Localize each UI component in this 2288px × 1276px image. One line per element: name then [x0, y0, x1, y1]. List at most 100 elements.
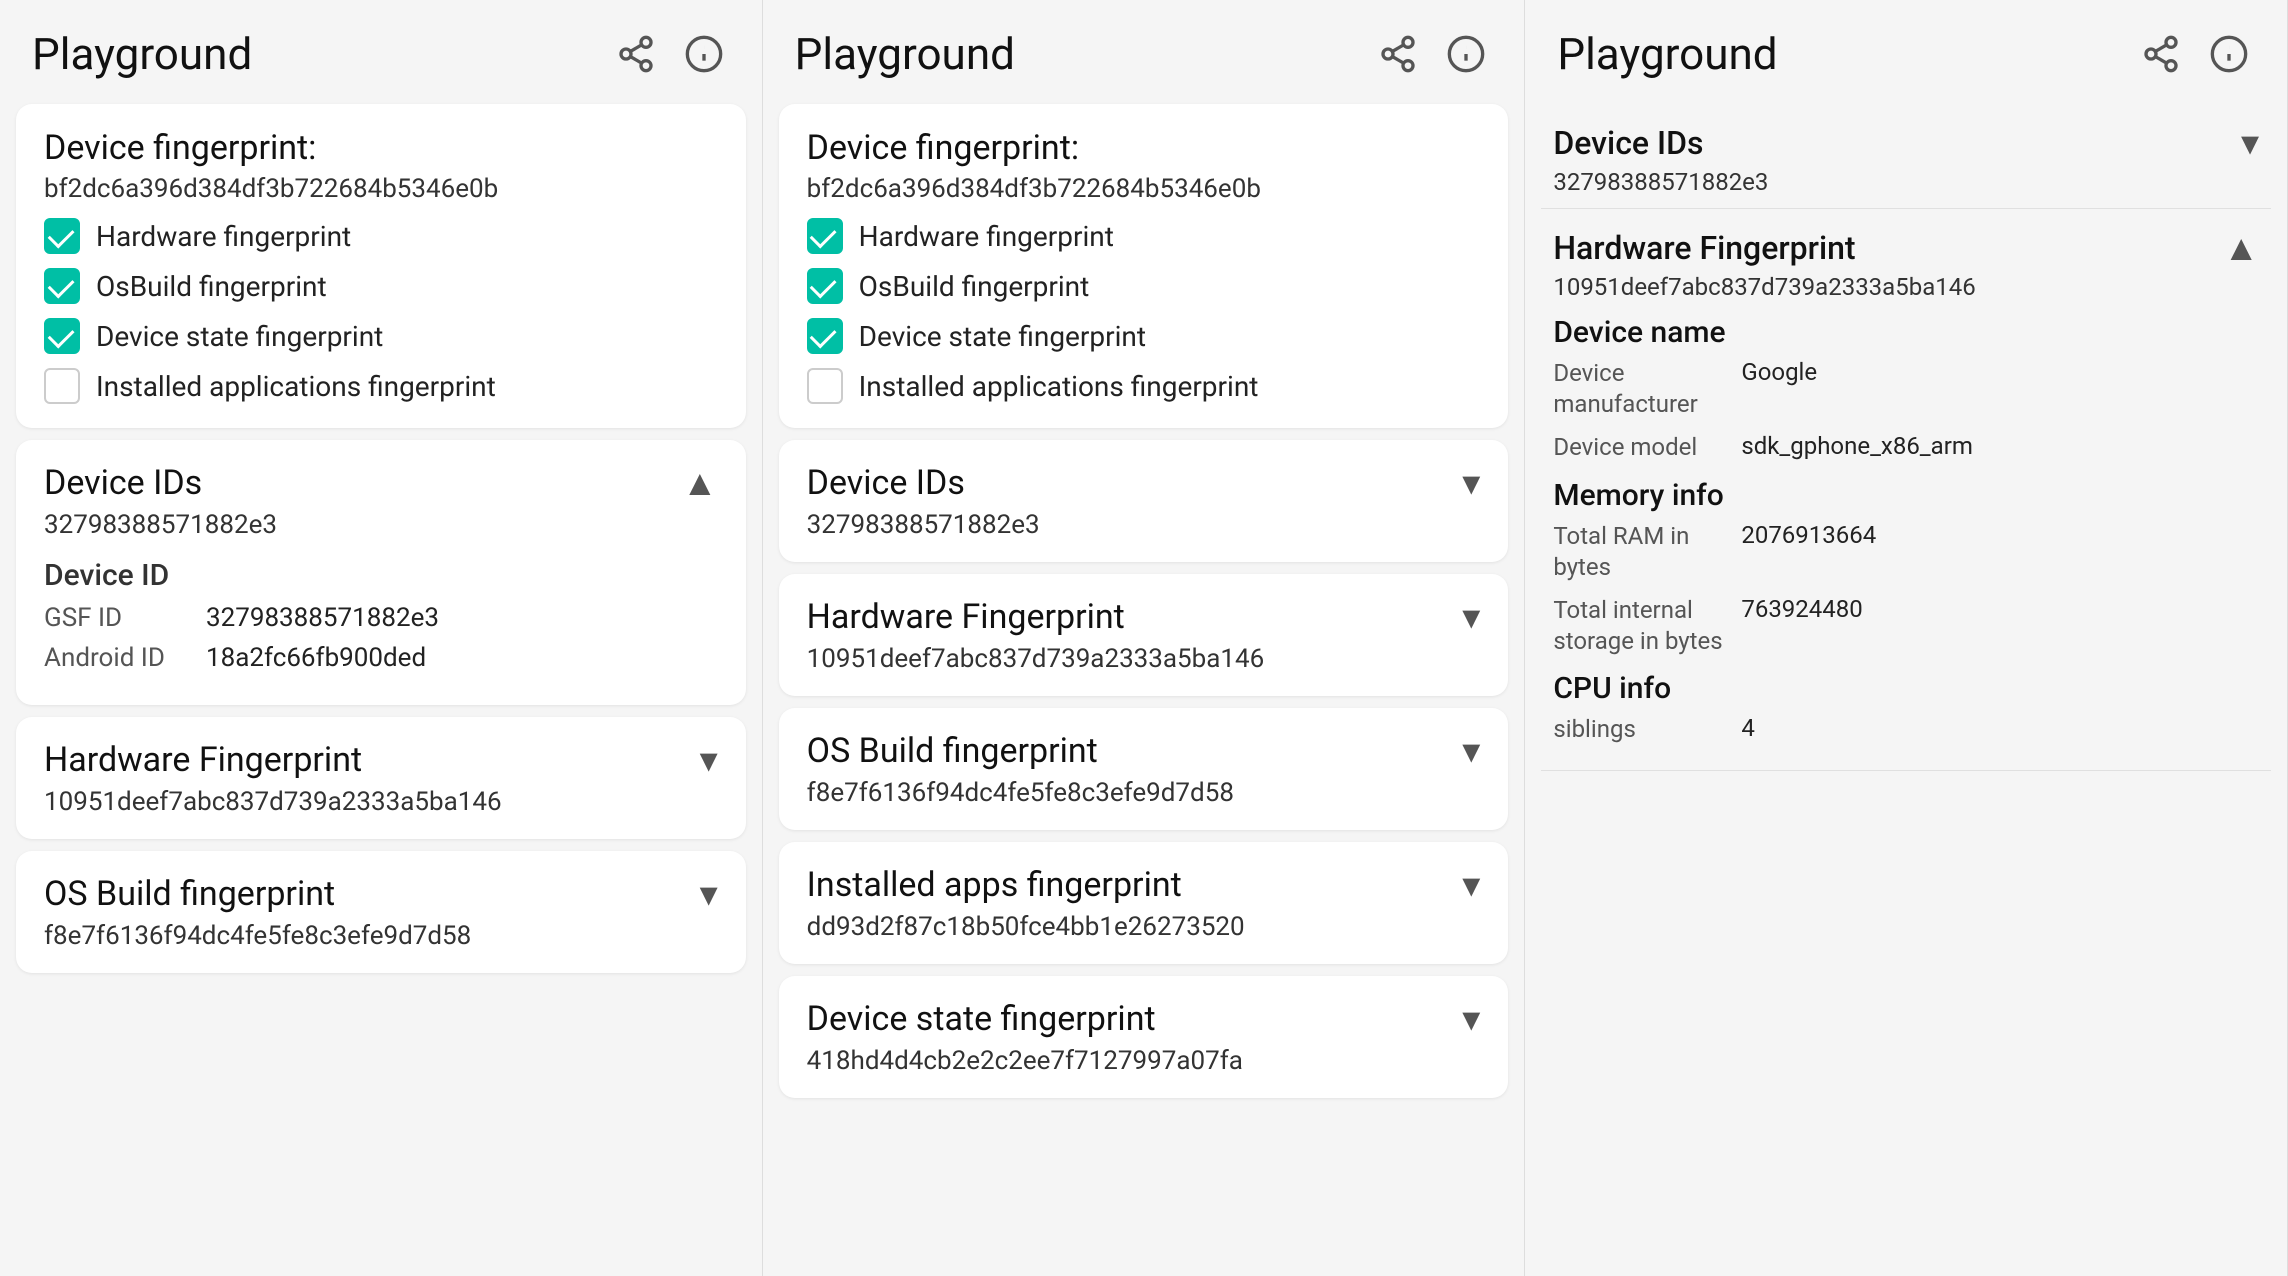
checkbox-label-os-1: OsBuild fingerprint: [96, 270, 327, 303]
os-build-value-1: f8e7f6136f94dc4fe5fe8c3efe9d7d58: [44, 921, 718, 951]
hw-fp-chevron-1: ▾: [700, 739, 718, 781]
device-ids-title-3: Device IDs: [1553, 124, 1703, 162]
os-build-title-2: OS Build fingerprint: [807, 731, 1098, 771]
device-state-header-2[interactable]: Device state fingerprint ▾: [807, 998, 1481, 1040]
android-id-row-1: Android ID 18a2fc66fb900ded: [44, 643, 718, 673]
checkbox-label-ia-1: Installed applications fingerprint: [96, 370, 496, 403]
fingerprint-title-2: Device fingerprint:: [807, 128, 1481, 168]
hw-fp-title-3: Hardware Fingerprint: [1553, 229, 1855, 267]
info-icon[interactable]: [678, 28, 730, 80]
checkbox-label-hw-2: Hardware fingerprint: [859, 220, 1114, 253]
device-ids-header-1[interactable]: Device IDs ▲: [44, 462, 718, 504]
device-ids-chevron-2: ▾: [1462, 462, 1480, 504]
hw-fp-value-2: 10951deef7abc837d739a2333a5ba146: [807, 644, 1481, 674]
hw-fp-value-1: 10951deef7abc837d739a2333a5ba146: [44, 787, 718, 817]
total-ram-row-3: Total RAM in bytes 2076913664: [1553, 521, 2259, 583]
device-ids-value-3: 32798388571882e3: [1553, 168, 2259, 196]
fingerprint-card-2: Device fingerprint: bf2dc6a396d384df3b72…: [779, 104, 1509, 428]
panel-3: Playground Device IDs ▾ 32798388571882e3…: [1525, 0, 2288, 1276]
checkbox-label-ds-2: Device state fingerprint: [859, 320, 1146, 353]
fingerprint-card-1: Device fingerprint: bf2dc6a396d384df3b72…: [16, 104, 746, 428]
panel-2-content: Device fingerprint: bf2dc6a396d384df3b72…: [763, 96, 1525, 1276]
fingerprint-value-1: bf2dc6a396d384df3b722684b5346e0b: [44, 174, 718, 204]
device-ids-chevron-1: ▲: [682, 462, 718, 504]
checkbox-ia-1[interactable]: [44, 368, 80, 404]
panel-1-content: Device fingerprint: bf2dc6a396d384df3b72…: [0, 96, 762, 1276]
gsf-id-key-1: GSF ID: [44, 603, 194, 633]
info-icon-2[interactable]: [1440, 28, 1492, 80]
hw-fp-chevron-2: ▾: [1462, 596, 1480, 638]
checkbox-hw-1[interactable]: [44, 218, 80, 254]
siblings-key-3: siblings: [1553, 714, 1733, 745]
checkbox-ds-2[interactable]: [807, 318, 843, 354]
hw-fp-header-3[interactable]: Hardware Fingerprint ▲: [1553, 227, 2259, 269]
total-ram-key-3: Total RAM in bytes: [1553, 521, 1733, 583]
checkbox-ds-1[interactable]: [44, 318, 80, 354]
checkbox-row-2-2: Device state fingerprint: [807, 318, 1481, 354]
installed-apps-title-2: Installed apps fingerprint: [807, 865, 1182, 905]
hw-fp-header-2[interactable]: Hardware Fingerprint ▾: [807, 596, 1481, 638]
checkbox-row-1-1: OsBuild fingerprint: [44, 268, 718, 304]
device-state-value-2: 418hd4d4cb2e2c2ee7f7127997a07fa: [807, 1046, 1481, 1076]
hw-fp-card-2: Hardware Fingerprint ▾ 10951deef7abc837d…: [779, 574, 1509, 696]
checkbox-os-1[interactable]: [44, 268, 80, 304]
device-id-subsection-1: Device ID: [44, 558, 718, 593]
hw-fp-chevron-3: ▲: [2223, 227, 2259, 269]
os-build-card-2: OS Build fingerprint ▾ f8e7f6136f94dc4fe…: [779, 708, 1509, 830]
installed-apps-card-2: Installed apps fingerprint ▾ dd93d2f87c1…: [779, 842, 1509, 964]
checkbox-ia-2[interactable]: [807, 368, 843, 404]
os-build-value-2: f8e7f6136f94dc4fe5fe8c3efe9d7d58: [807, 778, 1481, 808]
device-ids-title-2: Device IDs: [807, 463, 965, 503]
panel-3-title: Playground: [1557, 28, 2119, 80]
checkbox-row-2-0: Hardware fingerprint: [807, 218, 1481, 254]
device-ids-chevron-3: ▾: [2241, 122, 2259, 164]
model-key-3: Device model: [1553, 432, 1733, 463]
device-state-card-2: Device state fingerprint ▾ 418hd4d4cb2e2…: [779, 976, 1509, 1098]
device-ids-header-2[interactable]: Device IDs ▾: [807, 462, 1481, 504]
android-id-val-1: 18a2fc66fb900ded: [206, 643, 426, 673]
share-icon[interactable]: [610, 28, 662, 80]
checkbox-row-1-0: Hardware fingerprint: [44, 218, 718, 254]
checkbox-row-2-3: Installed applications fingerprint: [807, 368, 1481, 404]
manufacturer-key-3: Device manufacturer: [1553, 358, 1733, 420]
hw-fp-card-1: Hardware Fingerprint ▾ 10951deef7abc837d…: [16, 717, 746, 839]
device-state-chevron-2: ▾: [1462, 998, 1480, 1040]
panel-2-header: Playground: [763, 0, 1525, 96]
share-icon-2[interactable]: [1372, 28, 1424, 80]
cpu-info-label-3: CPU info: [1553, 671, 2259, 706]
device-ids-card-2: Device IDs ▾ 32798388571882e3: [779, 440, 1509, 562]
device-ids-header-3[interactable]: Device IDs ▾: [1553, 122, 2259, 164]
checkbox-row-1-3: Installed applications fingerprint: [44, 368, 718, 404]
device-ids-value-2: 32798388571882e3: [807, 510, 1481, 540]
os-build-header-1[interactable]: OS Build fingerprint ▾: [44, 873, 718, 915]
installed-apps-header-2[interactable]: Installed apps fingerprint ▾: [807, 864, 1481, 906]
os-build-header-2[interactable]: OS Build fingerprint ▾: [807, 730, 1481, 772]
model-val-3: sdk_gphone_x86_arm: [1741, 432, 1973, 463]
info-icon-3[interactable]: [2203, 28, 2255, 80]
total-ram-val-3: 2076913664: [1741, 521, 1876, 583]
panel-3-content: Device IDs ▾ 32798388571882e3 Hardware F…: [1525, 96, 2287, 1276]
checkbox-label-ia-2: Installed applications fingerprint: [859, 370, 1259, 403]
os-build-title-1: OS Build fingerprint: [44, 874, 335, 914]
os-build-card-1: OS Build fingerprint ▾ f8e7f6136f94dc4fe…: [16, 851, 746, 973]
checkbox-os-2[interactable]: [807, 268, 843, 304]
manufacturer-val-3: Google: [1741, 358, 1817, 420]
device-ids-title-1: Device IDs: [44, 463, 202, 503]
hw-fp-header-1[interactable]: Hardware Fingerprint ▾: [44, 739, 718, 781]
panel-1-title: Playground: [32, 28, 594, 80]
device-ids-card-1: Device IDs ▲ 32798388571882e3 Device ID …: [16, 440, 746, 705]
hw-fp-title-1: Hardware Fingerprint: [44, 740, 362, 780]
gsf-id-row-1: GSF ID 32798388571882e3: [44, 603, 718, 633]
device-name-label-3: Device name: [1553, 315, 2259, 350]
checkbox-label-hw-1: Hardware fingerprint: [96, 220, 351, 253]
siblings-row-3: siblings 4: [1553, 714, 2259, 745]
panel-2-title: Playground: [795, 28, 1357, 80]
siblings-val-3: 4: [1741, 714, 1755, 745]
share-icon-3[interactable]: [2135, 28, 2187, 80]
panel-2: Playground Device fingerprint: bf2dc6a39…: [763, 0, 1526, 1276]
checkbox-label-ds-1: Device state fingerprint: [96, 320, 383, 353]
checkbox-hw-2[interactable]: [807, 218, 843, 254]
hw-fp-value-3: 10951deef7abc837d739a2333a5ba146: [1553, 273, 2259, 301]
panel-3-header: Playground: [1525, 0, 2287, 96]
device-ids-section-3: Device IDs ▾ 32798388571882e3: [1541, 104, 2271, 209]
